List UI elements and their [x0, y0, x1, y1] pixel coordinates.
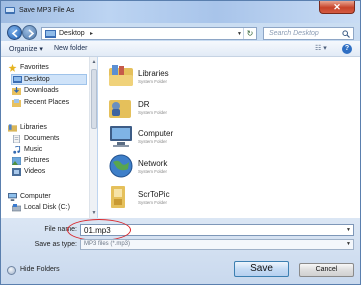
- views-button[interactable]: ☷ ▾: [315, 44, 335, 54]
- refresh-button[interactable]: ↻: [243, 28, 256, 39]
- sidebar-item-desktop[interactable]: Desktop: [11, 74, 87, 85]
- libraries-folder-icon: [109, 65, 133, 86]
- file-item-network[interactable]: Network System Folder: [108, 153, 228, 183]
- address-location[interactable]: Desktop: [59, 30, 85, 37]
- collapse-arrow-icon: [7, 266, 16, 275]
- filename-label: File name:: [44, 226, 77, 233]
- file-item-computer[interactable]: Computer System Folder: [108, 123, 228, 153]
- user-folder-icon: [111, 186, 125, 208]
- file-item-libraries[interactable]: Libraries System Folder: [108, 63, 228, 93]
- navigation-scrollbar[interactable]: ▲ ▼: [89, 57, 97, 218]
- favorites-star-icon: [8, 64, 17, 72]
- address-row: Desktop ▸ ▼ ↻ Search Desktop: [1, 23, 360, 41]
- new-folder-button[interactable]: New folder: [54, 45, 87, 52]
- sidebar-heading-libraries[interactable]: Libraries: [8, 123, 88, 134]
- savetype-label: Save as type:: [34, 241, 77, 248]
- computer-icon: [8, 193, 17, 201]
- help-button[interactable]: ?: [342, 44, 352, 54]
- app-icon: [5, 7, 15, 14]
- breadcrumb-separator-icon[interactable]: ▸: [90, 30, 93, 37]
- search-box[interactable]: Search Desktop: [263, 27, 354, 40]
- desktop-icon: [13, 76, 22, 83]
- drive-icon: [12, 204, 21, 212]
- sidebar-item-music[interactable]: Music: [12, 145, 88, 156]
- search-input[interactable]: Search Desktop: [269, 30, 319, 37]
- sidebar-item-videos[interactable]: Videos: [12, 167, 88, 178]
- save-dialog-window: Save MP3 File As ✕ Desktop ▸ ▼ ↻ Search …: [0, 0, 361, 285]
- sidebar-item-local-disk[interactable]: Local Disk (C:): [12, 203, 88, 214]
- back-button[interactable]: [7, 25, 22, 40]
- forward-arrow-icon: [28, 29, 35, 38]
- libraries-icon: [8, 124, 17, 132]
- sidebar-item-downloads[interactable]: Downloads: [12, 86, 88, 97]
- address-bar[interactable]: Desktop ▸ ▼ ↻: [41, 27, 257, 40]
- save-form: File name: ▼ Save as type: MP3 files (*.…: [1, 218, 360, 284]
- videos-icon: [12, 168, 21, 176]
- savetype-dropdown-icon[interactable]: ▼: [346, 241, 351, 247]
- recent-places-icon: [12, 99, 21, 107]
- network-icon: [109, 154, 133, 178]
- file-list: Libraries System Folder DR System Folder…: [98, 57, 360, 218]
- scroll-up-icon[interactable]: ▲: [91, 59, 97, 65]
- organize-menu[interactable]: Organize ▾: [9, 45, 43, 53]
- music-icon: [13, 146, 21, 154]
- savetype-select[interactable]: MP3 files (*.mp3): [80, 239, 354, 250]
- user-folder-icon: [109, 100, 131, 118]
- scroll-thumb[interactable]: [91, 69, 97, 129]
- back-arrow-icon: [11, 29, 18, 38]
- cancel-button[interactable]: Cancel: [299, 263, 354, 277]
- scroll-down-icon[interactable]: ▼: [91, 210, 97, 216]
- window-title: Save MP3 File As: [19, 7, 75, 14]
- search-icon[interactable]: [342, 30, 350, 38]
- desktop-folder-icon: [45, 30, 56, 38]
- sidebar-item-pictures[interactable]: Pictures: [12, 156, 88, 167]
- save-button[interactable]: Save: [234, 261, 289, 277]
- filename-input[interactable]: [80, 224, 354, 236]
- sidebar-heading-computer[interactable]: Computer: [8, 192, 88, 203]
- navigation-pane: Favorites Desktop Downloads Recent Place…: [1, 57, 95, 218]
- file-item-dr[interactable]: DR System Folder: [108, 94, 228, 124]
- address-dropdown-icon[interactable]: ▼: [237, 31, 242, 37]
- pictures-icon: [12, 157, 21, 165]
- command-bar: Organize ▾ New folder ☷ ▾ ?: [1, 41, 360, 57]
- close-button[interactable]: ✕: [319, 1, 355, 14]
- file-item-scrtopic[interactable]: ScrToPic System Folder: [108, 184, 228, 214]
- forward-button[interactable]: [22, 25, 37, 40]
- title-bar[interactable]: Save MP3 File As ✕: [1, 1, 360, 23]
- sidebar-item-documents[interactable]: Documents: [12, 134, 88, 145]
- computer-icon: [110, 126, 132, 147]
- filename-dropdown-icon[interactable]: ▼: [346, 227, 351, 233]
- downloads-icon: [12, 87, 21, 95]
- documents-icon: [13, 135, 20, 143]
- sidebar-item-recent-places[interactable]: Recent Places: [12, 98, 88, 109]
- sidebar-heading-favorites[interactable]: Favorites: [8, 63, 88, 74]
